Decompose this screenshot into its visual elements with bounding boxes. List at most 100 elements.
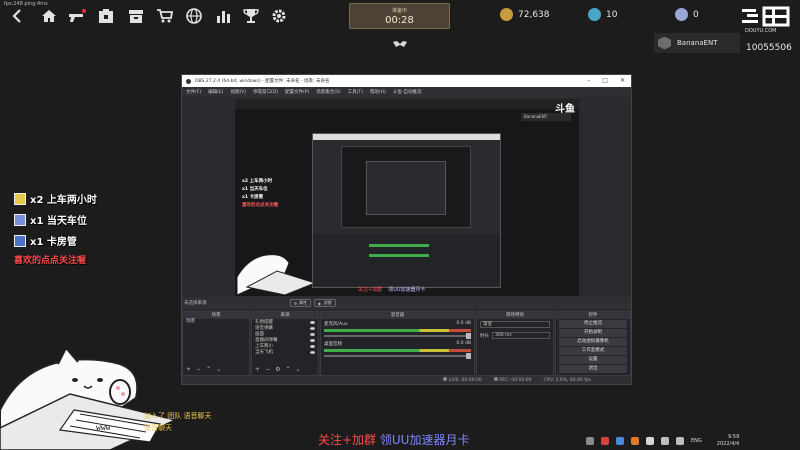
menu-help[interactable]: 帮助(H) — [370, 89, 386, 95]
rec-dot-icon — [493, 377, 498, 381]
menu-scene-collection[interactable]: 场景集合(S) — [316, 89, 340, 95]
weapon-icon[interactable] — [68, 7, 86, 25]
store-icon[interactable] — [97, 7, 115, 25]
nested-list-item: 喜欢的点点关注喔 — [242, 203, 278, 208]
reward-text: x1 卡房管 — [30, 237, 77, 248]
sources-dock-title: 来源 — [252, 312, 318, 319]
globe-icon[interactable] — [185, 7, 203, 25]
token-currency: 0 — [675, 8, 699, 21]
settings-button[interactable]: 设置 — [559, 356, 627, 364]
stop-streaming-button[interactable]: 停止推流 — [559, 320, 627, 328]
channel-db: 0.0 dB — [456, 341, 471, 346]
filters-button[interactable]: ◐ 滤镜 — [314, 299, 336, 307]
settings-icon[interactable] — [270, 7, 288, 25]
gear-icon[interactable]: ⚙ — [275, 366, 280, 373]
obs-preview[interactable]: 斗鱼 BananaENT x2 上车两小时 x1 当天车位 x1 卡房管 喜欢的… — [235, 99, 579, 296]
menu-file[interactable]: 文件(F) — [186, 89, 201, 95]
source-item[interactable]: 当天飞机 — [252, 349, 318, 355]
up-icon[interactable]: ⌃ — [285, 366, 290, 373]
back-icon[interactable] — [9, 7, 27, 25]
properties-button[interactable]: ⚙ 属性 — [289, 299, 312, 307]
follow-cta: 喜欢的点点关注喔 — [14, 256, 87, 266]
exit-button[interactable]: 退出 — [559, 365, 627, 373]
volume-slider[interactable] — [324, 353, 471, 359]
input-language[interactable]: ENG — [691, 438, 702, 444]
volume-slider[interactable] — [324, 333, 471, 339]
diamond-icon — [588, 8, 601, 21]
obs-title: OBS 27.2.4 (64-bit, windows) - 配置文件: 未命名… — [195, 79, 330, 84]
add-icon[interactable]: + — [255, 366, 260, 373]
menu-docks[interactable]: 停靠窗口(D) — [253, 89, 278, 95]
tray-app-icon[interactable] — [631, 436, 639, 445]
slider-handle[interactable] — [466, 353, 471, 359]
tray-app-icon[interactable] — [601, 436, 609, 445]
timer-value: 00:28 — [385, 15, 414, 26]
tray-arrow-icon[interactable] — [586, 436, 594, 445]
down-icon[interactable]: ⌄ — [216, 366, 221, 373]
cart-icon[interactable] — [156, 7, 174, 25]
sources-dock: 来源 礼物提醒 语音弹幕 画面 直播间弹幕 上车两小 当天飞机 + − ⚙ ⌃ ⌄ — [251, 311, 319, 376]
minimize-icon[interactable]: – — [587, 77, 590, 84]
trophy-icon[interactable] — [242, 7, 260, 25]
obs-scene-bar: 未选择来源 ⚙ 属性 ◐ 滤镜 — [182, 297, 631, 309]
gold-coin-icon — [500, 8, 513, 21]
live-time: LIVE: 00:00:00 — [448, 378, 482, 383]
nested-cta: 关注+加群 领UU加速器月卡 — [358, 286, 426, 293]
obs-status-bar: LIVE: 00:00:00 REC: 00:00:00 CPU: 2.6%, … — [182, 376, 631, 384]
studio-mode-button[interactable]: 工作室模式 — [559, 347, 627, 355]
nested-titlebar — [313, 134, 500, 140]
eye-icon[interactable] — [310, 320, 315, 324]
down-icon[interactable]: ⌄ — [295, 366, 300, 373]
timer-label: 准备中 — [391, 8, 407, 14]
menu-douyu-push[interactable]: 斗鱼-自动推流 — [393, 89, 422, 95]
eye-icon[interactable] — [310, 332, 315, 336]
reward-row: x1 当天车位 — [14, 209, 97, 230]
menu-view[interactable]: 视图(V) — [230, 89, 246, 95]
obs-window[interactable]: OBS 27.2.4 (64-bit, windows) - 配置文件: 未命名… — [181, 74, 632, 385]
tray-app-icon[interactable] — [616, 436, 624, 445]
reward-text: x1 当天车位 — [30, 216, 87, 227]
cpu-status: CPU: 2.6%, 60.00 fps — [543, 377, 592, 383]
storage-icon[interactable] — [127, 7, 145, 25]
nested-preview — [341, 146, 471, 228]
eye-icon[interactable] — [310, 350, 315, 354]
maximize-icon[interactable]: □ — [602, 77, 608, 84]
eye-icon[interactable] — [310, 344, 315, 348]
menu-tools[interactable]: 工具(T) — [348, 89, 363, 95]
transition-type-select[interactable]: 渐变 — [480, 321, 550, 328]
live-dot-icon — [443, 377, 448, 381]
obs-titlebar[interactable]: OBS 27.2.4 (64-bit, windows) - 配置文件: 未命名… — [182, 75, 631, 87]
nested-docks — [313, 234, 500, 286]
eye-icon[interactable] — [310, 338, 315, 342]
duration-input[interactable]: 300 ms — [492, 332, 550, 339]
virtual-camera-button[interactable]: 启动虚拟摄像机 — [559, 338, 627, 346]
remove-icon[interactable]: − — [265, 366, 270, 373]
reward-row: x1 卡房管 — [14, 230, 97, 251]
add-icon[interactable]: + — [186, 366, 191, 373]
menu-profile[interactable]: 配置文件(P) — [285, 89, 309, 95]
nested-list: x2 上车两小时 x1 当天车位 x1 卡房管 喜欢的点点关注喔 — [242, 178, 278, 210]
transitions-dock: 转场特效 渐变 时长 300 ms — [476, 311, 554, 376]
system-clock[interactable]: 9:59 2022/4/4 — [717, 434, 739, 448]
eye-icon[interactable] — [310, 326, 315, 330]
nested-list-item: x2 上车两小时 — [242, 179, 273, 184]
player-avatar — [658, 36, 671, 50]
volume-icon[interactable] — [676, 436, 684, 445]
network-icon[interactable] — [661, 436, 669, 445]
up-icon[interactable]: ⌃ — [206, 366, 211, 373]
mixer-channel: 麦克风/Aux 0.0 dB — [321, 319, 474, 339]
home-icon[interactable] — [40, 7, 58, 25]
nested-obs-window — [312, 133, 501, 288]
audio-mixer-dock: 混音器 麦克风/Aux 0.0 dB 桌面音频 0.0 dB — [320, 311, 475, 376]
properties-label: 属性 — [299, 300, 308, 305]
reward-text: x2 上车两小时 — [30, 195, 97, 206]
remove-icon[interactable]: − — [196, 366, 201, 373]
player-name: BananaENT — [677, 39, 718, 47]
stats-icon[interactable] — [214, 7, 232, 25]
slider-handle[interactable] — [466, 333, 471, 339]
tray-app-icon[interactable] — [646, 436, 654, 445]
scene-item[interactable]: 场景 — [183, 319, 249, 325]
start-recording-button[interactable]: 开始录制 — [559, 329, 627, 337]
close-icon[interactable]: ✕ — [620, 77, 625, 84]
menu-edit[interactable]: 编辑(E) — [208, 89, 223, 95]
